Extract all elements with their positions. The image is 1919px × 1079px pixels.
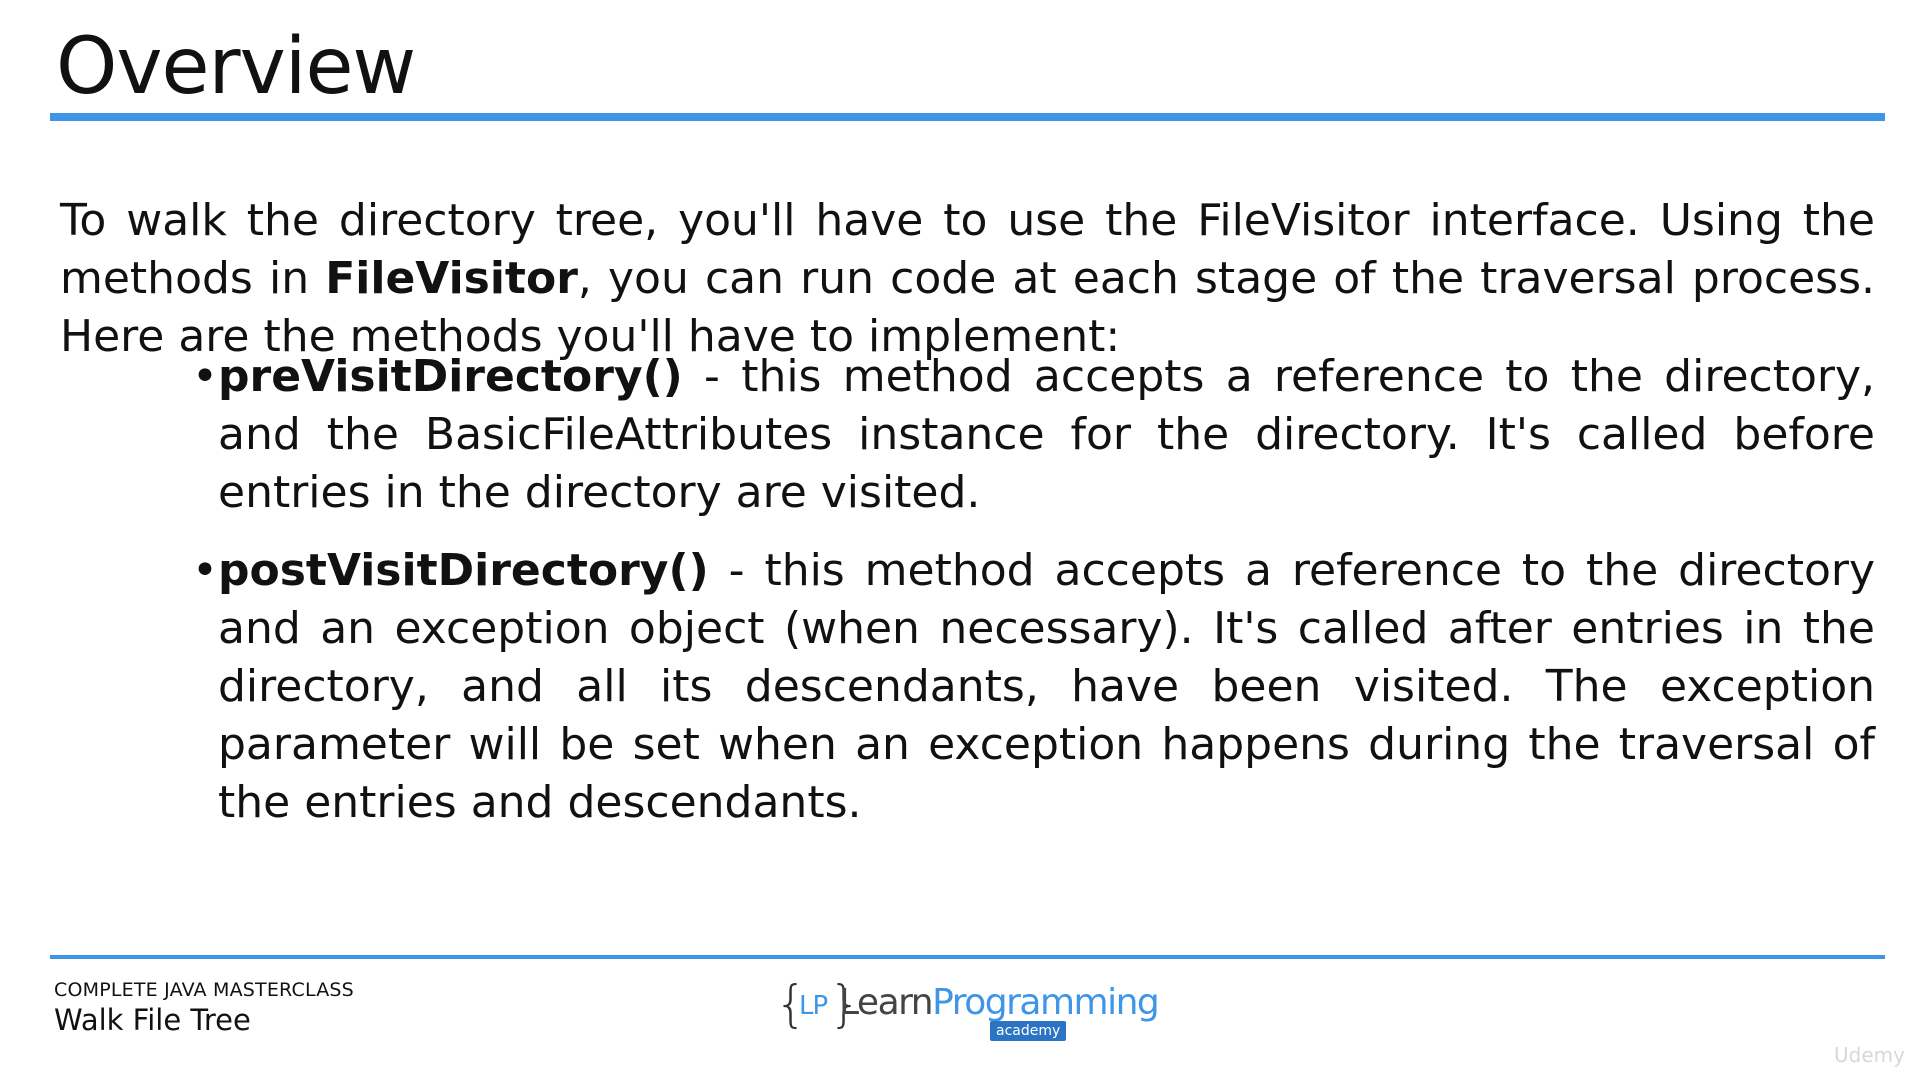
footer-divider [50,955,1885,959]
learnprogramming-logo: { LP } LearnProgramming academy [775,975,1160,1045]
logo-word-programming: Programming [932,982,1160,1023]
method-list: • preVisitDirectory() - this method acce… [190,348,1875,852]
method-name: postVisitDirectory() [218,545,709,596]
logo-initials: LP [799,991,828,1021]
intro-paragraph: To walk the directory tree, you'll have … [60,192,1875,366]
method-name: preVisitDirectory() [218,351,683,402]
logo-wordmark: LearnProgramming [839,981,1160,1025]
slide-title: Overview [56,22,416,112]
udemy-watermark: Udemy [1834,1043,1905,1067]
lecture-title: Walk File Tree [54,1003,251,1037]
bullet-icon: • [192,351,218,402]
logo-word-learn: Learn [839,982,934,1023]
list-item: • postVisitDirectory() - this method acc… [190,542,1875,832]
list-item: • preVisitDirectory() - this method acce… [190,348,1875,522]
title-underline [50,113,1885,121]
course-name: COMPLETE JAVA MASTERCLASS [54,979,354,1001]
intro-bold-term: FileVisitor [325,253,578,304]
bullet-icon: • [192,545,218,596]
logo-academy-tag: academy [990,1021,1067,1041]
